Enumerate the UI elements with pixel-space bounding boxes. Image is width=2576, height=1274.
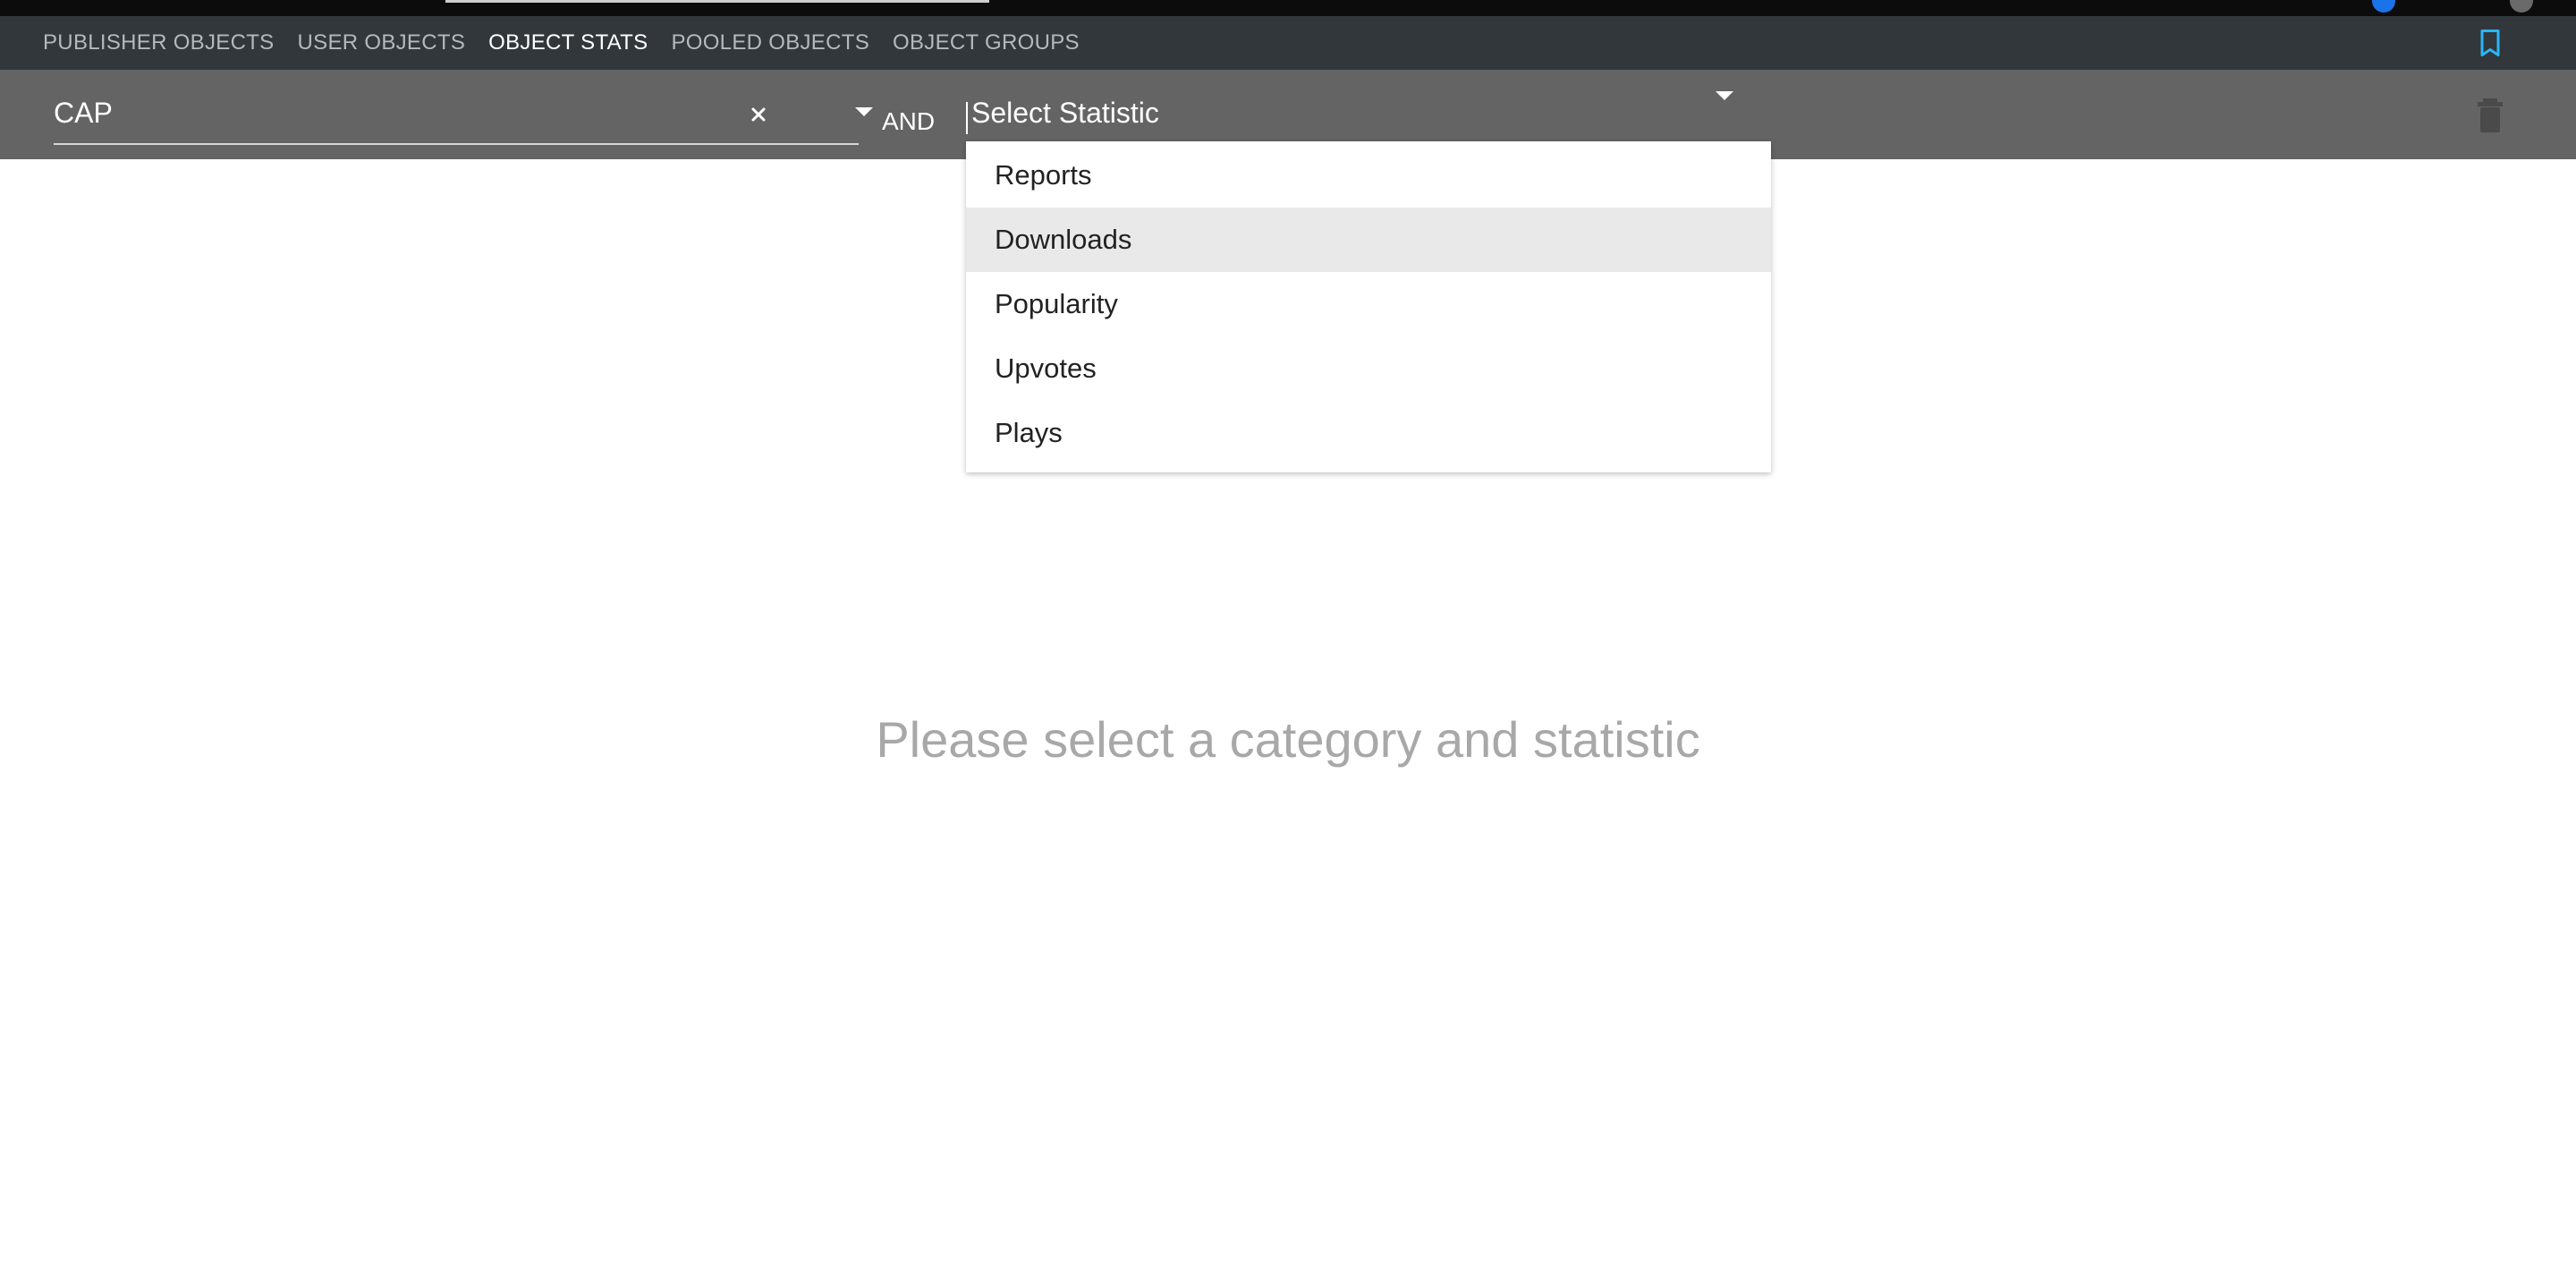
tab-publisher-objects[interactable]: PUBLISHER OBJECTS (43, 30, 275, 55)
statistic-placeholder: Select Statistic (971, 97, 1159, 129)
category-select[interactable]: CAP (54, 86, 873, 145)
category-value: CAP (54, 97, 113, 129)
tab-user-objects[interactable]: USER OBJECTS (298, 30, 466, 55)
dropdown-option-plays[interactable]: Plays (966, 401, 1771, 465)
browser-menu-icon[interactable] (2510, 0, 2533, 13)
and-connector-label: AND (882, 107, 936, 135)
dropdown-option-reports[interactable]: Reports (966, 143, 1771, 208)
dropdown-option-popularity[interactable]: Popularity (966, 272, 1771, 336)
text-cursor (966, 102, 968, 134)
tab-pooled-objects[interactable]: POOLED OBJECTS (671, 30, 869, 55)
dropdown-option-upvotes[interactable]: Upvotes (966, 336, 1771, 401)
tab-object-groups[interactable]: OBJECT GROUPS (893, 30, 1080, 55)
empty-state-message: Please select a category and statistic (876, 711, 1700, 768)
close-icon[interactable] (741, 97, 776, 132)
trash-icon[interactable] (2472, 95, 2508, 134)
statistic-select[interactable]: Select Statistic (966, 86, 1771, 143)
dropdown-option-downloads[interactable]: Downloads (966, 208, 1771, 272)
browser-top-strip (0, 0, 2576, 16)
top-navbar: PUBLISHER OBJECTS USER OBJECTS OBJECT ST… (0, 16, 2576, 70)
browser-url-bar-edge (445, 0, 989, 3)
chevron-down-icon[interactable] (1716, 91, 1733, 100)
nav-tabs: PUBLISHER OBJECTS USER OBJECTS OBJECT ST… (43, 16, 1103, 70)
chevron-down-icon[interactable] (855, 107, 873, 116)
tab-object-stats[interactable]: OBJECT STATS (488, 30, 648, 55)
browser-profile-icon[interactable] (2372, 0, 2395, 13)
bookmark-icon[interactable] (2474, 27, 2506, 59)
statistic-dropdown-menu: Reports Downloads Popularity Upvotes Pla… (966, 141, 1771, 472)
